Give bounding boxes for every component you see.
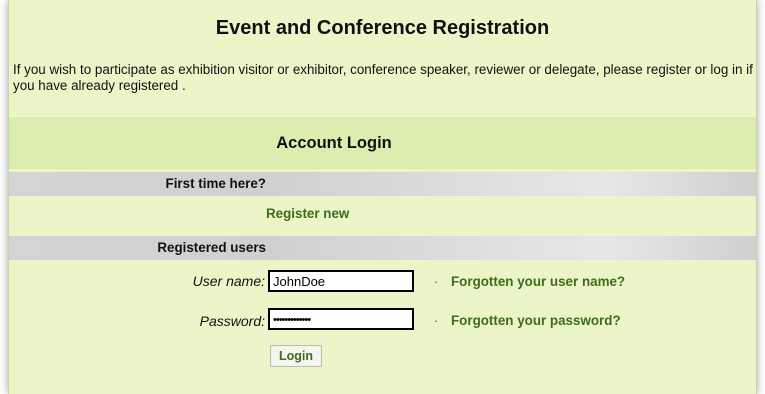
login-heading: Account Login bbox=[276, 134, 392, 152]
registered-users-bar: Registered users bbox=[9, 236, 756, 260]
registered-users-label: Registered users bbox=[157, 240, 266, 255]
registration-panel: Event and Conference Registration If you… bbox=[8, 0, 757, 394]
register-new-link[interactable]: Register new bbox=[266, 206, 349, 221]
username-label: User name: bbox=[192, 273, 265, 289]
first-time-bar: First time here? bbox=[9, 172, 756, 196]
intro-text: If you wish to participate as exhibition… bbox=[13, 62, 753, 93]
username-input[interactable] bbox=[268, 270, 414, 292]
login-button[interactable]: Login bbox=[270, 345, 322, 367]
password-label: Password: bbox=[199, 313, 265, 329]
password-input[interactable]: ••••••••••••• bbox=[268, 308, 414, 330]
separator-dot-2: · bbox=[434, 313, 439, 328]
first-time-label: First time here? bbox=[165, 176, 266, 191]
forgot-password-link[interactable]: Forgotten your password? bbox=[451, 313, 621, 328]
forgot-username-link[interactable]: Forgotten your user name? bbox=[451, 274, 625, 289]
separator-dot-1: · bbox=[434, 274, 439, 289]
page-title: Event and Conference Registration bbox=[215, 17, 550, 39]
